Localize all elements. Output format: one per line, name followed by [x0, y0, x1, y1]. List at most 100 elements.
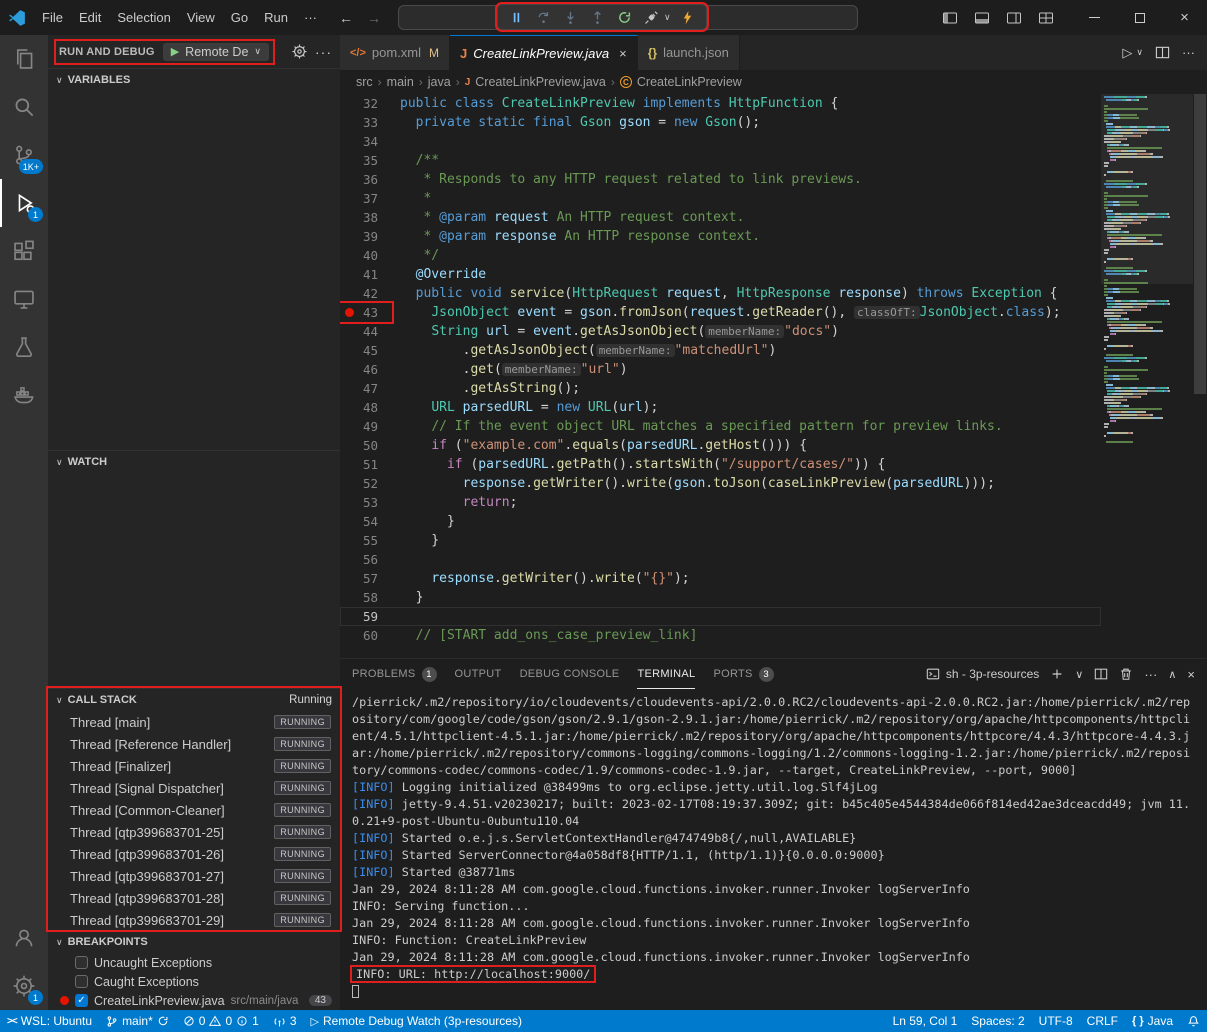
line-number[interactable]: 50 — [340, 436, 392, 455]
cursor-position[interactable]: Ln 59, Col 1 — [886, 1010, 965, 1032]
notifications-item[interactable] — [1180, 1010, 1207, 1032]
line-number[interactable]: 54 — [340, 512, 392, 531]
line-number[interactable]: 51 — [340, 455, 392, 474]
tab-output[interactable]: OUTPUT — [455, 659, 502, 689]
activitybar-settings[interactable]: 1 — [0, 962, 48, 1010]
menu-selection[interactable]: Selection — [109, 10, 178, 25]
maximize-button[interactable] — [1117, 0, 1162, 35]
split-terminal-icon[interactable] — [1094, 667, 1108, 681]
eol-sequence[interactable]: CRLF — [1080, 1010, 1125, 1032]
line-number[interactable]: 49 — [340, 417, 392, 436]
minimize-button[interactable] — [1072, 0, 1117, 35]
breakpoint-checkbox[interactable] — [75, 956, 88, 969]
activitybar-remote-explorer[interactable] — [0, 275, 48, 323]
activitybar-extensions[interactable] — [0, 227, 48, 275]
activitybar-explorer[interactable] — [0, 35, 48, 83]
breadcrumb-main[interactable]: main — [387, 75, 414, 89]
line-number[interactable]: 33 — [340, 113, 392, 132]
callstack-thread[interactable]: Thread [Reference Handler]RUNNING — [48, 733, 340, 755]
line-number[interactable]: 56 — [340, 550, 392, 569]
menu-file[interactable]: File — [34, 10, 71, 25]
menu-overflow-icon[interactable]: ··· — [296, 10, 325, 25]
terminal-selector[interactable]: sh - 3p-resources — [926, 667, 1039, 681]
line-number[interactable]: 48 — [340, 398, 392, 417]
forward-icon[interactable]: → — [367, 10, 381, 26]
terminal-output[interactable]: /pierrick/.m2/repository/io/cloudevents/… — [340, 689, 1207, 1009]
breakpoint-checkbox[interactable] — [75, 975, 88, 988]
forwarded-ports-item[interactable]: 3 — [266, 1010, 304, 1032]
breadcrumb-file[interactable]: CreateLinkPreview.java — [475, 75, 606, 89]
callstack-thread[interactable]: Thread [qtp399683701-28]RUNNING — [48, 887, 340, 909]
line-number[interactable]: 57 — [340, 569, 392, 588]
menu-run[interactable]: Run — [256, 10, 296, 25]
breakpoint-checkbox[interactable]: ✓ — [75, 994, 88, 1007]
step-out-button[interactable] — [585, 6, 609, 28]
git-branch-item[interactable]: main* — [99, 1010, 176, 1032]
breadcrumb-src[interactable]: src — [356, 75, 373, 89]
line-number[interactable]: 39 — [340, 227, 392, 246]
line-number[interactable]: 47 — [340, 379, 392, 398]
back-icon[interactable]: ← — [339, 10, 353, 26]
close-tab-icon[interactable]: × — [619, 46, 627, 61]
activitybar-docker[interactable] — [0, 371, 48, 419]
toggle-sidebar-icon[interactable] — [942, 10, 958, 26]
activitybar-run-and-debug[interactable]: 1 — [0, 179, 48, 227]
step-into-button[interactable] — [558, 6, 582, 28]
terminal-dropdown-icon[interactable]: ∨ — [1075, 668, 1083, 681]
indentation[interactable]: Spaces: 2 — [964, 1010, 1031, 1032]
breakpoint-item-caught[interactable]: Caught Exceptions — [48, 972, 340, 991]
sidebar-more-icon[interactable]: ··· — [315, 44, 332, 60]
activitybar-accounts[interactable] — [0, 914, 48, 962]
line-number[interactable]: 46 — [340, 360, 392, 379]
split-editor-icon[interactable] — [1155, 45, 1170, 60]
encoding[interactable]: UTF-8 — [1032, 1010, 1080, 1032]
close-window-button[interactable]: × — [1162, 0, 1207, 35]
line-number[interactable]: 36 — [340, 170, 392, 189]
callstack-thread[interactable]: Thread [qtp399683701-26]RUNNING — [48, 843, 340, 865]
call-stack-section-header[interactable]: ∨ CALL STACK Running — [48, 689, 340, 711]
line-number[interactable]: 41 — [340, 265, 392, 284]
debug-settings-gear-icon[interactable] — [292, 44, 307, 59]
line-number[interactable]: 52 — [340, 474, 392, 493]
line-number[interactable]: 35 — [340, 151, 392, 170]
breakpoint-item-file[interactable]: ✓ CreateLinkPreview.java src/main/java 4… — [48, 991, 340, 1010]
maximize-panel-icon[interactable]: ∧ — [1168, 668, 1176, 681]
restart-button[interactable] — [612, 6, 636, 28]
disconnect-button[interactable] — [639, 6, 663, 28]
line-number[interactable]: 42 — [340, 284, 392, 303]
run-java-button[interactable]: ▷ — [1122, 45, 1132, 61]
line-number[interactable]: 53 — [340, 493, 392, 512]
debug-session-item[interactable]: ▷ Remote Debug Watch (3p-resources) — [304, 1010, 529, 1032]
line-number[interactable]: 45 — [340, 341, 392, 360]
line-number[interactable]: 55 — [340, 531, 392, 550]
menu-view[interactable]: View — [179, 10, 223, 25]
line-number[interactable]: 59 — [340, 607, 392, 626]
remote-indicator[interactable]: >< WSL: Ubuntu — [0, 1010, 99, 1032]
watch-section-header[interactable]: ∨ WATCH — [48, 451, 340, 473]
new-terminal-icon[interactable] — [1050, 667, 1064, 681]
step-over-button[interactable] — [531, 6, 555, 28]
hot-code-replace-button[interactable] — [676, 6, 700, 28]
scrollbar-thumb[interactable] — [1194, 94, 1206, 394]
start-debug-icon[interactable]: ▶ — [171, 45, 179, 58]
activitybar-search[interactable] — [0, 83, 48, 131]
kill-terminal-trash-icon[interactable] — [1119, 667, 1133, 681]
tab-debug-console[interactable]: DEBUG CONSOLE — [520, 659, 620, 689]
callstack-thread[interactable]: Thread [Signal Dispatcher]RUNNING — [48, 777, 340, 799]
problems-status-item[interactable]: 0 0 1 — [176, 1010, 266, 1032]
tab-ports[interactable]: PORTS 3 — [713, 659, 773, 689]
callstack-thread[interactable]: Thread [qtp399683701-27]RUNNING — [48, 865, 340, 887]
breadcrumb-java[interactable]: java — [428, 75, 451, 89]
disconnect-dropdown-icon[interactable]: ∨ — [664, 12, 671, 23]
activitybar-source-control[interactable]: 1K+ — [0, 131, 48, 179]
callstack-thread[interactable]: Thread [qtp399683701-29]RUNNING — [48, 909, 340, 931]
toggle-secondary-sidebar-icon[interactable] — [1006, 10, 1022, 26]
minimap-slider[interactable] — [1101, 94, 1193, 284]
minimap[interactable] — [1101, 94, 1193, 658]
line-number[interactable]: 40 — [340, 246, 392, 265]
breakpoint-item-uncaught[interactable]: Uncaught Exceptions — [48, 953, 340, 972]
language-mode[interactable]: { } Java — [1125, 1010, 1180, 1032]
line-number[interactable]: 44 — [340, 322, 392, 341]
tab-launch-json[interactable]: {} launch.json — [638, 35, 740, 70]
callstack-thread[interactable]: Thread [main]RUNNING — [48, 711, 340, 733]
